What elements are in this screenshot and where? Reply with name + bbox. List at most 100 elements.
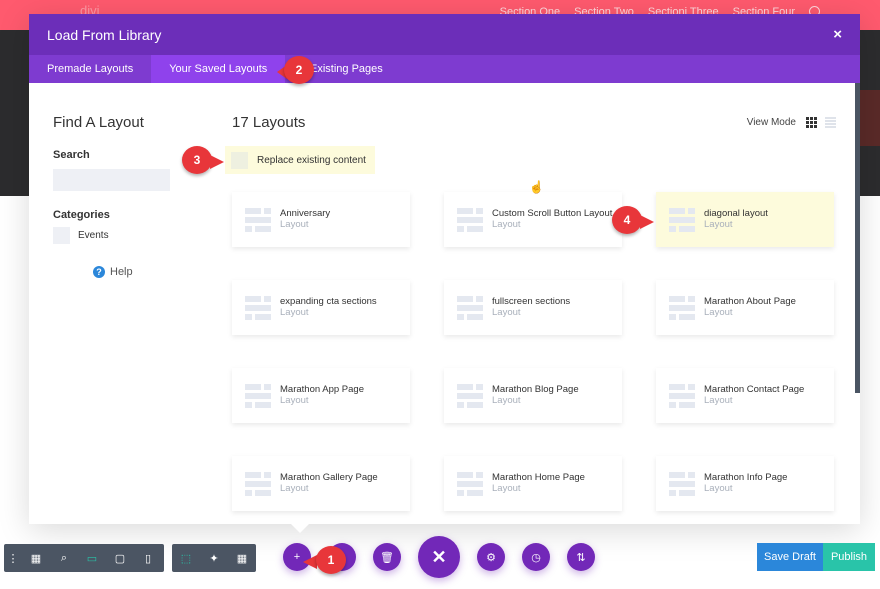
- layout-icon: [457, 471, 483, 496]
- layout-grid: Anniversary Layout Custom Scroll Button La…: [232, 192, 834, 511]
- layout-card-text: Marathon Gallery Page Layout: [280, 472, 378, 495]
- modal-tabs: Premade Layouts Your Saved Layouts r Exi…: [29, 55, 860, 83]
- layout-card[interactable]: Marathon Blog Page Layout: [444, 368, 622, 423]
- portability-button[interactable]: ⇅: [567, 543, 595, 571]
- category-label: Events: [78, 230, 109, 241]
- callout-badge: 2: [284, 56, 314, 84]
- layout-type: Layout: [704, 219, 733, 230]
- publish-button[interactable]: Publish: [823, 543, 875, 571]
- layout-card[interactable]: Marathon Gallery Page Layout: [232, 456, 410, 511]
- layout-card-text: fullscreen sections Layout: [492, 296, 570, 319]
- search-label: Search: [53, 149, 90, 161]
- layout-icon: [669, 295, 695, 320]
- layout-icon: [669, 207, 695, 232]
- zoom-icon[interactable]: ⌕: [50, 544, 78, 572]
- layout-card-text: Custom Scroll Button Layout Layout: [492, 208, 612, 231]
- help-icon: ?: [93, 266, 105, 278]
- layout-icon: [669, 471, 695, 496]
- replace-existing-content-toggle[interactable]: Replace existing content: [225, 146, 375, 174]
- layout-card[interactable]: Custom Scroll Button Layout Layout: [444, 192, 622, 247]
- layout-title: Marathon Blog Page: [492, 384, 579, 395]
- layout-card[interactable]: Marathon Info Page Layout: [656, 456, 834, 511]
- callout-badge: 3: [182, 146, 212, 174]
- layout-title: Marathon Gallery Page: [280, 472, 378, 483]
- callout-4: 4: [612, 206, 660, 234]
- layout-card-text: Anniversary Layout: [280, 208, 330, 231]
- layout-icon: [245, 471, 271, 496]
- layout-title: Anniversary: [280, 208, 331, 219]
- layout-type: Layout: [492, 219, 521, 230]
- history-button[interactable]: ◷: [522, 543, 550, 571]
- layout-card-text: Marathon Contact Page Layout: [704, 384, 804, 407]
- callout-pointer: [303, 555, 317, 569]
- layout-type: Layout: [280, 483, 309, 494]
- list-view-icon[interactable]: [825, 117, 836, 128]
- category-item[interactable]: Events: [53, 227, 173, 244]
- layout-card[interactable]: diagonal layout Layout: [656, 192, 834, 247]
- menu-dots-icon[interactable]: ⋮: [4, 544, 22, 572]
- modal-pointer-notch: [291, 524, 309, 533]
- close-builder-button[interactable]: ✕: [418, 536, 460, 578]
- find-layout-heading: Find A Layout: [53, 114, 144, 131]
- replace-label: Replace existing content: [257, 154, 366, 166]
- hero-image-fragment: [860, 90, 880, 146]
- layout-card-text: expanding cta sections Layout: [280, 296, 377, 319]
- layout-title: diagonal layout: [704, 208, 768, 219]
- layout-icon: [245, 383, 271, 408]
- callout-pointer: [210, 155, 224, 169]
- settings-button[interactable]: ⚙: [477, 543, 505, 571]
- select-icon[interactable]: ⬚: [172, 544, 200, 572]
- save-draft-button[interactable]: Save Draft: [757, 543, 823, 571]
- callout-1: 1: [303, 546, 358, 574]
- layout-type: Layout: [492, 483, 521, 494]
- callout-pointer: [640, 215, 654, 229]
- layout-title: Marathon App Page: [280, 384, 364, 395]
- layout-card-text: Marathon About Page Layout: [704, 296, 796, 319]
- layout-icon: [457, 207, 483, 232]
- layout-title: Custom Scroll Button Layout: [492, 208, 613, 219]
- tab-your-saved-layouts[interactable]: Your Saved Layouts: [151, 55, 286, 83]
- layout-card[interactable]: Marathon About Page Layout: [656, 280, 834, 335]
- layout-type: Layout: [704, 395, 733, 406]
- desktop-icon[interactable]: ▭: [78, 544, 106, 572]
- layout-icon: [457, 383, 483, 408]
- layout-type: Layout: [280, 219, 309, 230]
- hand-cursor-icon: ☝: [529, 180, 544, 194]
- callout-2: 2: [277, 56, 332, 84]
- load-from-library-modal: Load From Library × Premade Layouts Your…: [29, 14, 860, 524]
- tablet-icon[interactable]: ▢: [106, 544, 134, 572]
- layout-icon: [457, 295, 483, 320]
- layout-type: Layout: [704, 483, 733, 494]
- grid-view-icon[interactable]: [806, 117, 817, 128]
- layout-card[interactable]: Marathon App Page Layout: [232, 368, 410, 423]
- click-mode-icon[interactable]: ✦: [200, 544, 228, 572]
- layout-card[interactable]: expanding cta sections Layout: [232, 280, 410, 335]
- close-icon[interactable]: ×: [833, 26, 842, 43]
- layout-count: 17 Layouts: [232, 114, 306, 131]
- layout-card[interactable]: fullscreen sections Layout: [444, 280, 622, 335]
- replace-checkbox[interactable]: [231, 151, 248, 169]
- layout-type: Layout: [492, 395, 521, 406]
- callout-badge: 1: [316, 546, 346, 574]
- help-label: Help: [110, 266, 133, 278]
- layout-icon: [245, 295, 271, 320]
- help-link[interactable]: ? Help: [93, 266, 173, 278]
- wireframe-icon[interactable]: ▦: [22, 544, 50, 572]
- layout-title: Marathon Contact Page: [704, 384, 805, 395]
- callout-badge: 4: [612, 206, 642, 234]
- search-input[interactable]: [53, 169, 170, 191]
- layout-icon: [669, 383, 695, 408]
- layout-icon: [245, 207, 271, 232]
- layout-card[interactable]: Marathon Contact Page Layout: [656, 368, 834, 423]
- modal-title: Load From Library: [47, 26, 162, 43]
- layout-card-text: Marathon Info Page Layout: [704, 472, 787, 495]
- layout-title: Marathon Info Page: [704, 472, 788, 483]
- tab-premade-layouts[interactable]: Premade Layouts: [29, 55, 151, 83]
- scrollbar[interactable]: [855, 83, 860, 393]
- layout-card[interactable]: Anniversary Layout: [232, 192, 410, 247]
- category-checkbox[interactable]: [53, 227, 70, 244]
- trash-button[interactable]: 🗑: [373, 543, 401, 571]
- layout-card[interactable]: Marathon Home Page Layout: [444, 456, 622, 511]
- phone-icon[interactable]: ▯: [134, 544, 162, 572]
- grid-icon[interactable]: ▦: [228, 544, 256, 572]
